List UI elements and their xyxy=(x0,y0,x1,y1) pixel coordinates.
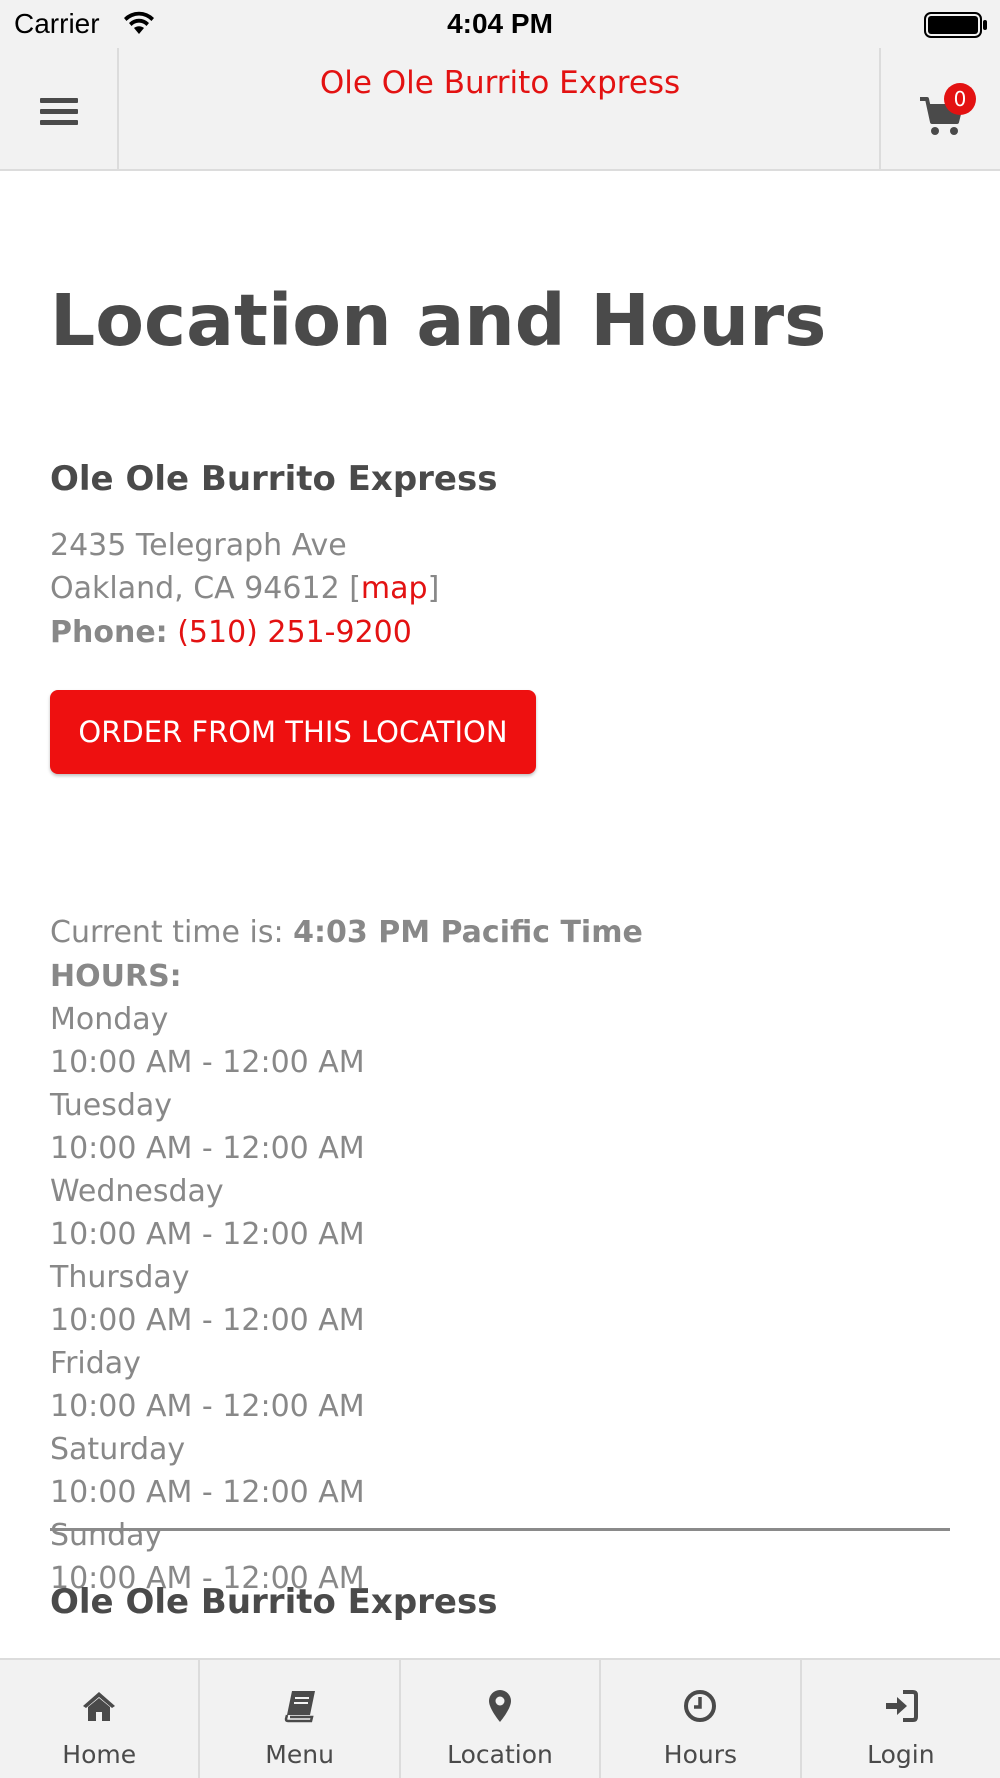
hours-day: Thursday xyxy=(50,1260,190,1295)
nav-item-menu[interactable]: Menu xyxy=(198,1660,398,1778)
hours-list: Monday 10:00 AM - 12:00 AM Tuesday 10:00 AM… xyxy=(50,998,365,1600)
bottom-nav: Home Menu Location Hours Login xyxy=(0,1658,1000,1778)
address-line-2: Oakland, CA 94612 [map] xyxy=(50,567,439,610)
section-divider xyxy=(50,1528,950,1531)
home-icon xyxy=(83,1692,116,1721)
nav-label-menu: Menu xyxy=(265,1740,334,1769)
hours-time: 10:00 AM - 12:00 AM xyxy=(50,1045,365,1080)
hours-day: Sunday xyxy=(50,1518,163,1553)
status-time: 4:04 PM xyxy=(447,8,553,39)
page-title: Location and Hours xyxy=(50,279,827,362)
app-header: Ole Ole Burrito Express 0 xyxy=(0,48,1000,171)
menu-button[interactable] xyxy=(0,48,119,169)
hours-time: 10:00 AM - 12:00 AM xyxy=(50,1303,365,1338)
nav-item-location[interactable]: Location xyxy=(398,1660,599,1778)
nav-item-login[interactable]: Login xyxy=(799,1660,1000,1778)
status-bar: Carrier 4:04 PM xyxy=(0,0,1000,48)
hours-time: 10:00 AM - 12:00 AM xyxy=(50,1475,365,1510)
hours-day: Monday xyxy=(50,1002,169,1037)
nav-item-home[interactable]: Home xyxy=(0,1660,198,1778)
book-icon xyxy=(284,1691,315,1723)
hours-time: 10:00 AM - 12:00 AM xyxy=(50,1131,365,1166)
hours-day: Tuesday xyxy=(50,1088,173,1123)
hours-time: 10:00 AM - 12:00 AM xyxy=(50,1389,365,1424)
location-name: Ole Ole Burrito Express xyxy=(50,459,498,499)
current-time-label: Current time is: xyxy=(50,915,284,950)
battery-icon xyxy=(924,12,987,38)
phone-link[interactable]: (510) 251-9200 xyxy=(177,615,412,650)
current-time-line: Current time is: 4:03 PM Pacific Time xyxy=(50,911,643,954)
nav-label-home: Home xyxy=(62,1740,137,1769)
sign-in-icon xyxy=(885,1690,918,1722)
phone-label: Phone: xyxy=(50,615,168,650)
address-bracket: ] xyxy=(427,571,440,606)
nav-label-hours: Hours xyxy=(663,1740,738,1769)
cart-count-badge: 0 xyxy=(944,83,976,115)
cart-button[interactable]: 0 xyxy=(879,48,1000,169)
second-location-name: Ole Ole Burrito Express xyxy=(50,1582,498,1622)
nav-label-login: Login xyxy=(867,1740,935,1769)
map-link[interactable]: map xyxy=(361,571,428,606)
nav-item-hours[interactable]: Hours xyxy=(599,1660,799,1778)
header-title[interactable]: Ole Ole Burrito Express xyxy=(120,65,880,101)
nav-label-location: Location xyxy=(447,1740,553,1769)
hours-day: Saturday xyxy=(50,1432,186,1467)
address-city: Oakland, CA 94612 [ xyxy=(50,571,361,606)
map-marker-icon xyxy=(489,1690,512,1722)
hours-day: Wednesday xyxy=(50,1174,224,1209)
hours-time: 10:00 AM - 12:00 AM xyxy=(50,1217,365,1252)
hours-day: Friday xyxy=(50,1346,141,1381)
current-time-value: 4:03 PM Pacific Time xyxy=(293,915,643,950)
hours-heading: HOURS: xyxy=(50,959,182,994)
address-line-1: 2435 Telegraph Ave xyxy=(50,528,347,563)
phone-line: Phone: (510) 251-9200 xyxy=(50,611,412,654)
clock-icon xyxy=(684,1690,717,1722)
order-from-location-button[interactable]: ORDER FROM THIS LOCATION xyxy=(50,690,536,774)
